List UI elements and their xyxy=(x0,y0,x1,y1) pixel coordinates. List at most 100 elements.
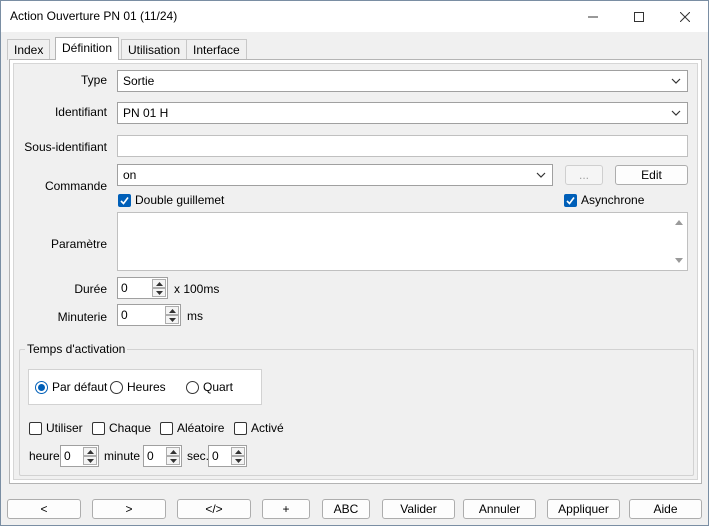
add-button[interactable]: + xyxy=(262,499,310,519)
commande-label: Commande xyxy=(44,179,107,193)
double-guillemet-label: Double guillemet xyxy=(135,193,225,207)
close-icon xyxy=(680,11,690,22)
minuterie-value: 0 xyxy=(121,308,128,322)
checkbox-box xyxy=(118,193,131,207)
radio-quart[interactable]: Quart xyxy=(186,380,233,394)
chevron-down-icon xyxy=(671,78,681,84)
spin-down-button[interactable] xyxy=(83,456,97,465)
window-title: Action Ouverture PN 01 (11/24) xyxy=(10,9,178,23)
abc-button[interactable]: ABC xyxy=(322,499,370,519)
maximize-icon xyxy=(634,11,644,22)
duree-stepper[interactable]: 0 xyxy=(117,277,168,299)
spin-up-button[interactable] xyxy=(166,447,180,456)
valider-button[interactable]: Valider xyxy=(382,499,455,519)
aide-button[interactable]: Aide xyxy=(629,499,702,519)
tab-definition[interactable]: Définition xyxy=(55,37,120,60)
type-value: Sortie xyxy=(123,74,155,88)
spin-up-button[interactable] xyxy=(152,279,166,288)
radio-heures-label: Heures xyxy=(127,380,166,394)
annuler-button[interactable]: Annuler xyxy=(463,499,536,519)
spin-down-button[interactable] xyxy=(231,456,245,465)
minuterie-label: Minuterie xyxy=(57,310,107,324)
spin-up-button[interactable] xyxy=(231,447,245,456)
checkbox-box xyxy=(234,421,247,435)
utiliser-checkbox[interactable]: Utiliser xyxy=(29,421,83,435)
spin-down-button[interactable] xyxy=(152,288,166,297)
spin-buttons xyxy=(231,447,245,465)
identifiant-value: PN 01 H xyxy=(123,106,169,120)
identifiant-label: Identifiant xyxy=(54,105,107,119)
spin-up-button[interactable] xyxy=(83,447,97,456)
checkmark-icon xyxy=(566,196,575,205)
sec-label: sec. xyxy=(187,449,210,463)
scroll-down-icon[interactable] xyxy=(671,253,687,267)
caret-down-icon xyxy=(168,317,176,322)
next-button[interactable]: > xyxy=(92,499,166,519)
caret-up-icon xyxy=(86,449,94,454)
identifiant-select[interactable]: PN 01 H xyxy=(117,102,688,124)
aleatoire-label: Aléatoire xyxy=(177,421,225,435)
caret-up-icon xyxy=(169,449,177,454)
spin-up-button[interactable] xyxy=(165,306,179,315)
tab-interface[interactable]: Interface xyxy=(186,39,247,60)
spin-buttons xyxy=(152,279,166,297)
checkbox-box xyxy=(564,193,577,207)
checkmark-icon xyxy=(120,196,129,205)
duree-value: 0 xyxy=(121,281,128,295)
utiliser-label: Utiliser xyxy=(46,421,83,435)
parametre-label: Paramètre xyxy=(50,237,107,251)
tab-utilisation[interactable]: Utilisation xyxy=(121,39,188,60)
chaque-label: Chaque xyxy=(109,421,152,435)
browse-button[interactable]: ... xyxy=(565,165,603,185)
parametre-textarea[interactable] xyxy=(117,212,688,271)
commande-value: on xyxy=(123,168,137,182)
prev-button[interactable]: < xyxy=(7,499,81,519)
chaque-checkbox[interactable]: Chaque xyxy=(92,421,151,435)
heure-label: heure xyxy=(29,449,60,463)
caret-down-icon xyxy=(155,290,163,295)
tab-index[interactable]: Index xyxy=(7,39,51,60)
commande-combo[interactable]: on xyxy=(117,164,553,186)
double-guillemet-checkbox[interactable]: Double guillemet xyxy=(118,193,224,207)
activation-mode-group: Par défaut Heures Quart xyxy=(28,369,262,405)
minuterie-stepper[interactable]: 0 xyxy=(117,304,181,326)
chevron-down-icon xyxy=(671,110,681,116)
close-button[interactable] xyxy=(662,1,708,32)
asynchrone-checkbox[interactable]: Asynchrone xyxy=(564,193,644,207)
checkbox-box xyxy=(29,421,42,435)
code-button[interactable]: </> xyxy=(177,499,251,519)
caret-up-icon xyxy=(234,449,242,454)
minute-stepper[interactable]: 0 xyxy=(143,445,182,467)
spin-buttons xyxy=(165,306,179,324)
sous-identifiant-input[interactable] xyxy=(117,135,688,157)
radio-quart-label: Quart xyxy=(203,380,234,394)
sec-stepper[interactable]: 0 xyxy=(208,445,247,467)
radio-heures[interactable]: Heures xyxy=(110,380,166,394)
radio-par-defaut[interactable]: Par défaut xyxy=(35,380,107,394)
duree-label: Durée xyxy=(74,282,107,296)
caret-down-icon xyxy=(86,458,94,463)
minimize-button[interactable] xyxy=(570,1,616,32)
aleatoire-checkbox[interactable]: Aléatoire xyxy=(160,421,224,435)
maximize-button[interactable] xyxy=(616,1,662,32)
active-checkbox[interactable]: Activé xyxy=(234,421,284,435)
caret-up-icon xyxy=(155,281,163,286)
checkbox-box xyxy=(92,421,105,435)
heure-stepper[interactable]: 0 xyxy=(60,445,99,467)
spin-buttons xyxy=(166,447,180,465)
scroll-up-icon[interactable] xyxy=(671,216,687,230)
caret-down-icon xyxy=(169,458,177,463)
edit-button[interactable]: Edit xyxy=(615,165,688,185)
appliquer-button[interactable]: Appliquer xyxy=(547,499,620,519)
spin-down-button[interactable] xyxy=(166,456,180,465)
spin-buttons xyxy=(83,447,97,465)
title-bar[interactable]: Action Ouverture PN 01 (11/24) xyxy=(1,1,708,32)
parametre-scrollbar[interactable] xyxy=(671,213,687,270)
spin-down-button[interactable] xyxy=(165,315,179,324)
type-label: Type xyxy=(80,73,107,87)
type-select[interactable]: Sortie xyxy=(117,70,688,92)
minuterie-unit: ms xyxy=(187,309,203,323)
dialog-window: Action Ouverture PN 01 (11/24) Index Déf… xyxy=(0,0,709,526)
minute-label: minute xyxy=(104,449,141,463)
asynchrone-label: Asynchrone xyxy=(581,193,645,207)
